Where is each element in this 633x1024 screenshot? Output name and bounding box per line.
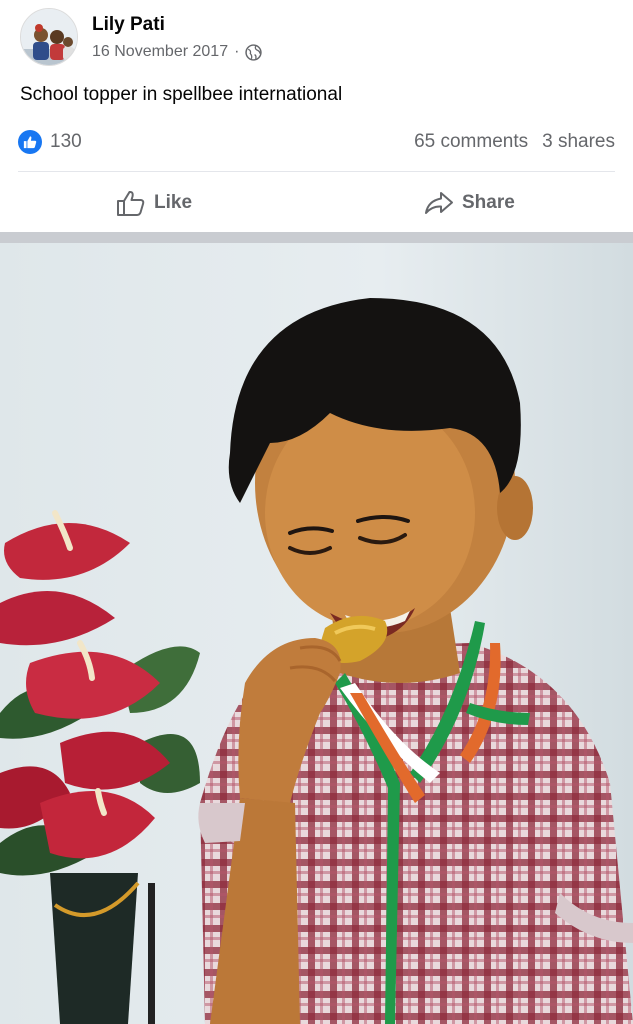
- divider: [18, 171, 615, 172]
- post-stats: 130 65 comments 3 shares: [18, 128, 615, 158]
- globe-icon: [245, 43, 263, 61]
- like-button[interactable]: Like: [116, 184, 192, 222]
- shares-count[interactable]: 3 shares: [542, 131, 615, 153]
- engagement-counts: 65 comments 3 shares: [414, 131, 615, 153]
- avatar-photo: [21, 9, 77, 65]
- share-button[interactable]: Share: [424, 184, 515, 222]
- post-text: School topper in spellbee international: [20, 84, 343, 105]
- like-label: Like: [154, 192, 193, 213]
- action-bar: Like Share: [0, 176, 633, 230]
- comments-count[interactable]: 65 comments: [414, 131, 528, 153]
- post-header: Lily Pati 16 November 2017 ·: [0, 0, 633, 80]
- author-name[interactable]: Lily Pati: [92, 14, 165, 36]
- share-icon: [424, 190, 454, 216]
- feed-separator: [0, 232, 633, 243]
- share-label: Share: [462, 192, 515, 213]
- facebook-post: Lily Pati 16 November 2017 · School topp…: [0, 0, 633, 1024]
- thumbs-up-icon[interactable]: [18, 130, 42, 154]
- post-meta: 16 November 2017 ·: [92, 43, 263, 61]
- reaction-count[interactable]: 130: [50, 131, 82, 153]
- avatar[interactable]: [20, 8, 78, 66]
- post-photo[interactable]: [0, 243, 633, 1024]
- meta-separator: ·: [234, 43, 240, 60]
- like-icon: [116, 189, 146, 217]
- boy-with-medal-photo: [0, 243, 633, 1024]
- post-date[interactable]: 16 November 2017: [92, 43, 228, 61]
